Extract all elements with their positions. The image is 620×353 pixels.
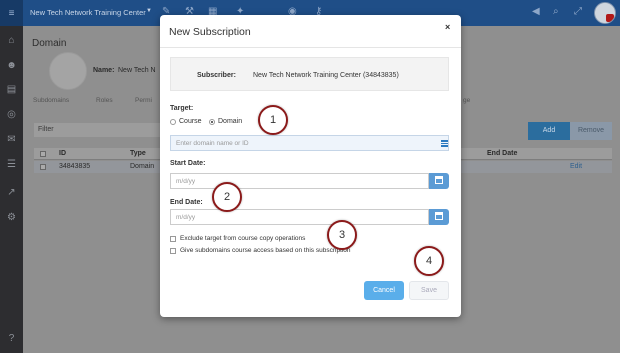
chevron-down-icon[interactable]: ▼ [146, 8, 152, 14]
name-label: Name: [93, 67, 115, 74]
dialog-title: New Subscription [169, 26, 251, 38]
callout-4: 4 [414, 246, 444, 276]
page-title: Domain [32, 38, 67, 49]
exclude-copy-label[interactable]: Exclude target from course copy operatio… [180, 235, 305, 242]
remove-button[interactable]: Remove [570, 122, 612, 140]
target-icon[interactable]: ◎ [0, 108, 23, 122]
filter-label: Filter [38, 126, 54, 133]
radio-domain[interactable] [209, 119, 215, 125]
list-icon[interactable] [441, 140, 448, 147]
start-date-label: Start Date: [170, 160, 206, 167]
domain-search-placeholder: Enter domain name or ID [176, 140, 249, 147]
chart-icon[interactable]: ↗ [0, 186, 23, 200]
subdomain-access-checkbox[interactable] [170, 248, 176, 254]
tab-roles[interactable]: Roles [96, 97, 113, 104]
row-checkbox[interactable] [40, 164, 46, 170]
megaphone-icon[interactable]: ◀ [532, 6, 540, 18]
avatar[interactable] [594, 2, 616, 24]
users-icon[interactable]: ☻ [0, 59, 23, 73]
filter-input[interactable]: Filter [34, 123, 164, 137]
mail-icon[interactable]: ✉ [0, 133, 23, 147]
callout-1: 1 [258, 105, 288, 135]
domain-search-input[interactable]: Enter domain name or ID [170, 135, 449, 151]
institution-icon[interactable]: ⌂ [0, 34, 23, 48]
select-all-checkbox[interactable] [40, 151, 46, 157]
start-date-input[interactable]: m/d/yy [170, 173, 429, 189]
row-edit-link[interactable]: Edit [570, 163, 582, 170]
column-end-date[interactable]: End Date [487, 150, 517, 157]
list-icon[interactable]: ☰ [0, 158, 23, 172]
gears-icon[interactable]: ⚙ [0, 211, 23, 225]
subscriber-panel: Subscriber: New Tech Network Training Ce… [170, 57, 449, 91]
notification-badge [606, 14, 614, 22]
tab-other[interactable]: ge [463, 97, 470, 104]
tab-subdomains[interactable]: Subdomains [33, 97, 69, 104]
end-date-input[interactable]: m/d/yy [170, 209, 429, 225]
new-subscription-dialog: New Subscription × Subscriber: New Tech … [160, 15, 461, 317]
end-date-calendar-button[interactable] [429, 209, 449, 225]
subscriber-value: New Tech Network Training Center (348438… [253, 72, 399, 79]
callout-3: 3 [327, 220, 357, 250]
org-switcher[interactable]: New Tech Network Training Center [30, 8, 146, 17]
subscriber-label: Subscriber: [197, 72, 236, 79]
target-label: Target: [170, 105, 194, 112]
exclude-copy-checkbox[interactable] [170, 236, 176, 242]
subdomain-access-label[interactable]: Give subdomains course access based on t… [180, 247, 351, 254]
book-icon[interactable]: ▤ [0, 83, 23, 97]
calendar-icon [435, 176, 443, 184]
start-date-calendar-button[interactable] [429, 173, 449, 189]
name-value: New Tech N [118, 67, 156, 74]
row-id: 34843835 [59, 163, 91, 170]
close-icon[interactable]: × [445, 22, 450, 32]
radio-course-label[interactable]: Course [179, 118, 202, 125]
tab-permissions[interactable]: Permi [135, 97, 152, 104]
end-date-placeholder: m/d/yy [176, 214, 196, 221]
cancel-button[interactable]: Cancel [364, 281, 404, 300]
sidebar: ⌂ ☻ ▤ ◎ ✉ ☰ ↗ ⚙ ? [0, 26, 23, 353]
callout-2: 2 [212, 182, 242, 212]
add-button[interactable]: Add [528, 122, 570, 140]
help-icon[interactable]: ? [0, 332, 23, 346]
calendar-icon [435, 212, 443, 220]
domain-logo [49, 52, 87, 90]
row-type: Domain [130, 163, 155, 170]
expand-icon[interactable]: ⤢ [574, 6, 582, 18]
divider [160, 47, 461, 48]
search-icon[interactable]: ⌕ [553, 6, 559, 18]
column-id[interactable]: ID [59, 150, 66, 157]
start-date-placeholder: m/d/yy [176, 178, 196, 185]
column-type[interactable]: Type [130, 150, 146, 157]
save-button[interactable]: Save [409, 281, 449, 300]
hamburger-icon[interactable]: ≡ [0, 0, 23, 26]
radio-domain-label[interactable]: Domain [218, 118, 242, 125]
end-date-label: End Date: [170, 199, 203, 206]
radio-course[interactable] [170, 119, 176, 125]
